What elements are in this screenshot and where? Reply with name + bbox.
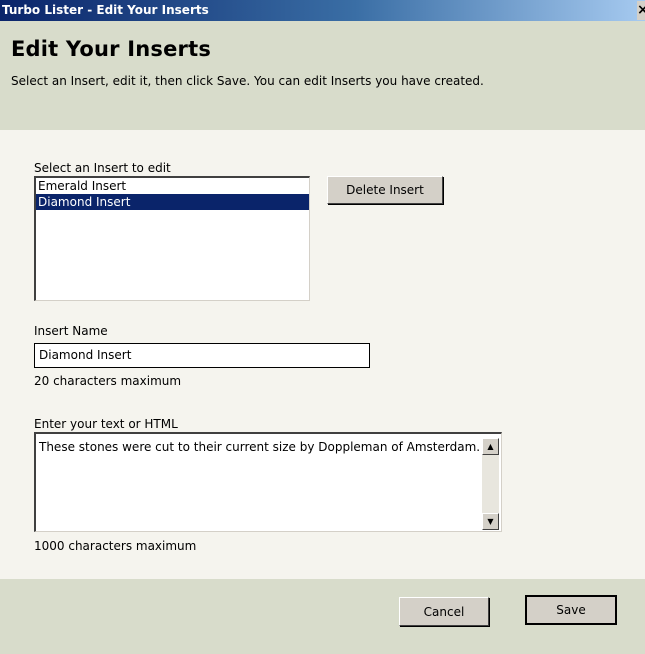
insert-listbox[interactable]: Emerald Insert Diamond Insert [34,176,310,301]
title-bar[interactable]: Turbo Lister - Edit Your Inserts × [0,0,645,21]
scroll-down-icon[interactable]: ▼ [482,513,499,530]
scroll-up-icon[interactable]: ▲ [482,438,499,455]
delete-insert-button[interactable]: Delete Insert [327,176,443,204]
header-panel: Edit Your Inserts Select an Insert, edit… [0,21,645,130]
close-icon[interactable]: × [637,1,645,20]
page-title: Edit Your Inserts [11,37,212,61]
insert-text-content: These stones were cut to their current s… [39,440,481,454]
page-subtitle: Select an Insert, edit it, then click Sa… [11,74,484,88]
edit-inserts-window: Turbo Lister - Edit Your Inserts × Edit … [0,0,645,654]
list-item-diamond-insert[interactable]: Diamond Insert [36,194,309,210]
insert-text-hint: 1000 characters maximum [34,539,197,553]
insert-name-field[interactable]: Diamond Insert [34,343,370,368]
cancel-button[interactable]: Cancel [399,597,489,626]
insert-name-label: Insert Name [34,324,108,338]
insert-name-hint: 20 characters maximum [34,374,182,388]
window-title: Turbo Lister - Edit Your Inserts [2,3,209,17]
insert-text-label: Enter your text or HTML [34,417,178,431]
insert-list-label: Select an Insert to edit [34,161,171,175]
vertical-scrollbar[interactable]: ▲ ▼ [482,438,499,530]
insert-text-area[interactable]: These stones were cut to their current s… [34,432,502,532]
save-button[interactable]: Save [525,595,617,625]
list-item-emerald-insert[interactable]: Emerald Insert [36,178,309,194]
